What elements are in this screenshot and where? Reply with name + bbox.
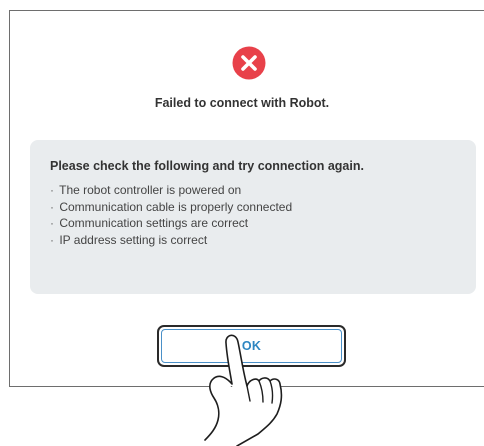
ok-button-face[interactable]: OK	[161, 329, 342, 363]
page: Failed to connect with Robot. Please che…	[0, 0, 484, 446]
bullet-mark: ·	[50, 183, 54, 197]
list-item-text: Communication cable is properly connecte…	[59, 199, 293, 214]
checklist: · The robot controller is powered on · C…	[50, 182, 476, 248]
list-item: · Communication settings are correct	[50, 215, 476, 231]
ok-button-label: OK	[241, 339, 262, 353]
error-x-circle-icon	[232, 46, 266, 80]
bullet-mark: ·	[50, 232, 54, 247]
list-item-text: Communication settings are correct	[59, 216, 249, 230]
list-item: · The robot controller is powered on	[50, 182, 476, 198]
list-item-text: IP address setting is correct	[59, 232, 208, 247]
error-title: Failed to connect with Robot.	[154, 96, 330, 110]
info-box: Please check the following and try conne…	[30, 140, 476, 294]
ok-button[interactable]: OK	[157, 325, 346, 367]
info-heading: Please check the following and try conne…	[50, 159, 364, 173]
list-item: · Communication cable is properly connec…	[50, 199, 476, 215]
list-item: · IP address setting is correct	[50, 232, 476, 248]
list-item-text: The robot controller is powered on	[59, 183, 242, 197]
bullet-mark: ·	[50, 199, 54, 214]
bullet-mark: ·	[50, 216, 54, 230]
